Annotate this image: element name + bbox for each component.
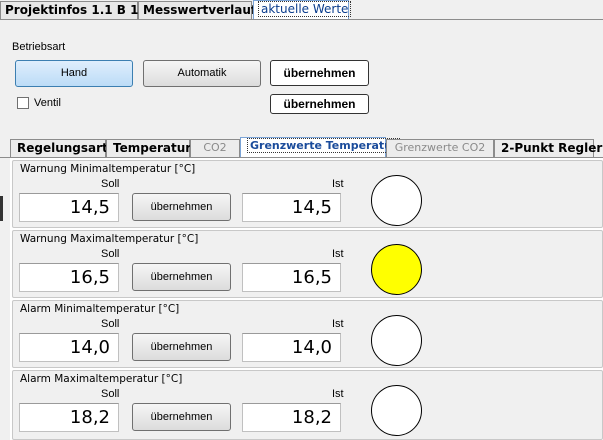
ventil-checkbox[interactable] (17, 97, 29, 109)
ist-label: Ist (332, 248, 344, 260)
group-warnung-maximaltemperatur: Warnung Maximaltemperatur [°C] Soll 16,5… (12, 230, 603, 298)
automatik-button-label: Automatik (177, 67, 227, 79)
ist-label: Ist (332, 178, 344, 190)
tab-label: Grenzwerte Temperatur (247, 138, 401, 153)
tab-label: Regelungsart (17, 141, 108, 155)
tab-label: Projektinfos 1.1 B 1.2 (5, 3, 152, 17)
group-alarm-minimaltemperatur: Alarm Minimaltemperatur [°C] Soll 14,0 ü… (12, 300, 603, 368)
scroll-edge (0, 196, 3, 221)
tab-label: Grenzwerte CO2 (394, 141, 486, 154)
ist-value: 14,0 (242, 333, 341, 362)
group-warnung-minimaltemperatur: Warnung Minimaltemperatur [°C] Soll 14,5… (12, 160, 603, 228)
hand-button[interactable]: Hand (15, 60, 133, 87)
uebernehmen-label: übernehmen (283, 66, 356, 80)
tab-projektinfos[interactable]: Projektinfos 1.1 B 1.2 (0, 1, 151, 19)
ist-value: 16,5 (242, 263, 341, 292)
group-alarm-maximaltemperatur: Alarm Maximaltemperatur [°C] Soll 18,2 ü… (12, 370, 603, 440)
button-label: übernehmen (150, 341, 213, 353)
tab-label: aktuelle Werte (258, 1, 352, 17)
tab-aktuelle-werte[interactable]: aktuelle Werte (253, 0, 352, 20)
button-label: übernehmen (150, 411, 213, 423)
group-title: Alarm Minimaltemperatur [°C] (19, 303, 181, 315)
tab-label: CO2 (203, 141, 227, 154)
tab-2-punkt-regler[interactable]: 2-Punkt Regler (494, 139, 602, 157)
ist-value: 14,5 (242, 193, 341, 222)
ventil-label: Ventil (34, 97, 61, 109)
betriebsart-label: Betriebsart (12, 41, 66, 53)
soll-input[interactable]: 18,2 (19, 403, 119, 432)
soll-input[interactable]: 16,5 (19, 263, 119, 292)
tab-label: Messwertverlauf (143, 3, 257, 17)
soll-input[interactable]: 14,5 (19, 193, 119, 222)
tab-co2[interactable]: CO2 (190, 139, 240, 157)
tab-label: 2-Punkt Regler (501, 141, 603, 155)
status-indicator (371, 175, 422, 226)
uebernehmen-button[interactable]: übernehmen (132, 193, 231, 221)
tab-grenzwerte-co2[interactable]: Grenzwerte CO2 (386, 139, 494, 157)
uebernehmen-ventil-button[interactable]: übernehmen (270, 94, 369, 114)
uebernehmen-button[interactable]: übernehmen (132, 403, 231, 431)
tab-grenzwerte-temperatur[interactable]: Grenzwerte Temperatur (240, 137, 401, 159)
ist-value: 18,2 (242, 403, 341, 432)
tab-label: Temperatur (113, 141, 192, 155)
status-indicator (371, 244, 422, 295)
tab-temperatur[interactable]: Temperatur (106, 139, 192, 157)
soll-label: Soll (101, 248, 120, 260)
soll-label: Soll (101, 388, 120, 400)
ist-label: Ist (332, 388, 344, 400)
button-label: übernehmen (150, 201, 213, 213)
soll-label: Soll (101, 178, 120, 190)
group-title: Alarm Maximaltemperatur [°C] (19, 373, 184, 385)
status-indicator (371, 315, 422, 366)
hand-button-label: Hand (60, 67, 88, 79)
status-indicator (371, 385, 422, 436)
uebernehmen-button[interactable]: übernehmen (132, 263, 231, 291)
soll-input[interactable]: 14,0 (19, 333, 119, 362)
ist-label: Ist (332, 318, 344, 330)
soll-label: Soll (101, 318, 120, 330)
button-label: übernehmen (150, 271, 213, 283)
uebernehmen-label: übernehmen (283, 97, 356, 111)
uebernehmen-betriebsart-button[interactable]: übernehmen (270, 60, 369, 86)
uebernehmen-button[interactable]: übernehmen (132, 333, 231, 361)
tab-regelungsart[interactable]: Regelungsart (10, 139, 108, 157)
tab-messwertverlauf[interactable]: Messwertverlauf (138, 1, 256, 19)
automatik-button[interactable]: Automatik (143, 60, 261, 87)
group-title: Warnung Maximaltemperatur [°C] (19, 233, 200, 245)
group-title: Warnung Minimaltemperatur [°C] (19, 163, 197, 175)
